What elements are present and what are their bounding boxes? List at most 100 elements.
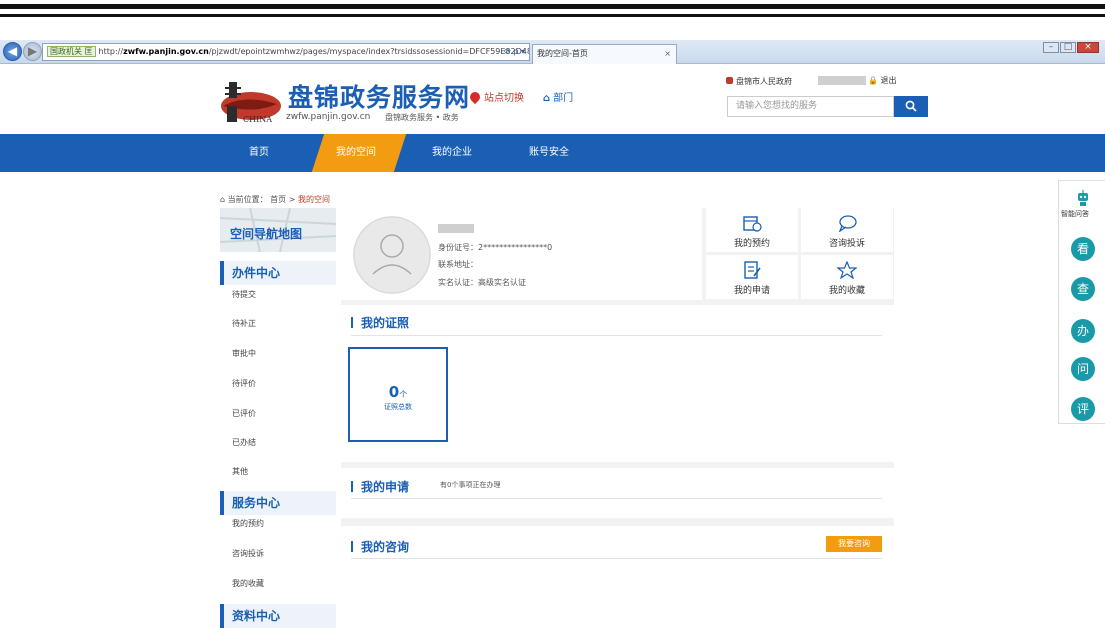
avatar (353, 216, 431, 294)
emblem-text: CHINA (243, 115, 272, 124)
consult-divider (351, 558, 882, 559)
logout-link[interactable]: 🔒 退出 (868, 75, 897, 86)
top-black-bar (0, 4, 1105, 9)
address-tools-icon[interactable]: ⟳ ρ ▾ (504, 44, 525, 60)
cert-total-card[interactable]: 0个 证照总数 (348, 347, 448, 442)
cert-total-label: 证照总数 (384, 403, 412, 411)
apply-title: 我的申请 (351, 478, 409, 495)
site-logo-emblem[interactable]: CHINA (215, 76, 283, 126)
star-icon (837, 261, 857, 279)
search-button[interactable] (894, 96, 928, 117)
sidebar-item-pending-submit[interactable]: 待提交 (232, 289, 256, 300)
certs-title: 我的证照 (351, 314, 409, 331)
browser-tab[interactable]: 我的空间-首页 × (532, 44, 677, 64)
float-query-button[interactable]: 查 (1071, 277, 1095, 301)
breadcrumb-home[interactable]: 首页 (270, 195, 286, 204)
quick-consult[interactable]: 咨询投诉 (801, 208, 893, 252)
quick-apply-label: 我的申请 (733, 286, 770, 296)
window-controls: – □ × (1042, 42, 1099, 53)
lock-icon: 🔒 (868, 76, 878, 85)
cert-count-value: 0 (388, 383, 400, 401)
map-label: 空间导航地图 (230, 227, 303, 241)
nav-home[interactable]: 首页 (249, 134, 269, 172)
calendar-icon (743, 216, 762, 232)
section-service[interactable]: 服务中心 (220, 491, 336, 515)
nav-account-security[interactable]: 账号安全 (529, 134, 569, 172)
profile-id: 身份证号：2****************0 (438, 243, 553, 252)
float-handle-button[interactable]: 办 (1071, 319, 1095, 343)
quick-appointment-label: 我的预约 (733, 239, 770, 249)
service-search-input[interactable]: 请输入您想找的服务 (727, 96, 894, 117)
float-ask-button[interactable]: 问 (1071, 357, 1095, 381)
gov-icon (726, 77, 733, 84)
breadcrumb: ⌂ 当前位置： 首页 > 我的空间 (220, 194, 330, 205)
site-subtitle: 盘锦政务服务 • 政务 (385, 113, 459, 122)
quick-appointment[interactable]: 我的预约 (706, 208, 798, 252)
sidebar-item-pending-rate[interactable]: 待评价 (232, 378, 256, 389)
nav-myspace[interactable]: 我的空间 (336, 134, 376, 172)
security-tag: 国政机关 匡 (47, 46, 96, 57)
profile-address: 联系地址： (438, 260, 478, 269)
quick-favorites[interactable]: 我的收藏 (801, 255, 893, 299)
consult-title: 我的咨询 (351, 538, 409, 555)
sidebar-item-other[interactable]: 其他 (232, 466, 248, 477)
floating-service-bar: 智能问答 看 查 办 问 评 (1058, 180, 1105, 424)
search-icon (905, 100, 917, 112)
nav-myenterprise[interactable]: 我的企业 (432, 134, 472, 172)
address-bar[interactable]: 国政机关 匡 http://zwfw.panjin.gov.cn/pjzwdt/e… (42, 43, 530, 61)
gov-site-link[interactable]: 盘锦市人民政府 (726, 76, 792, 87)
sidebar-item-approving[interactable]: 审批中 (232, 348, 256, 359)
robot-label[interactable]: 智能问答 (1061, 209, 1089, 219)
minimize-button[interactable]: – (1043, 42, 1059, 53)
sidebar-item-rated[interactable]: 已评价 (232, 408, 256, 419)
dept-label: 部门 (553, 93, 574, 104)
close-window-button[interactable]: × (1077, 42, 1099, 53)
user-name-redacted (438, 224, 474, 233)
sidebar-item-pending-fix[interactable]: 待补正 (232, 318, 256, 329)
dept-link[interactable]: ⌂ 部门 (543, 89, 573, 104)
apply-note: 有0个事项正在办理 (440, 481, 501, 489)
tab-title: 我的空间-首页 (537, 49, 588, 58)
cert-count: 0个 (350, 383, 446, 401)
float-rate-button[interactable]: 评 (1071, 397, 1095, 421)
quick-apply[interactable]: 我的申请 (706, 255, 798, 299)
section-materials[interactable]: 资料中心 (220, 604, 336, 628)
address-domain: zwfw.panjin.gov.cn (123, 47, 209, 56)
consult-button[interactable]: 我要咨询 (826, 536, 882, 552)
section-banjian[interactable]: 办件中心 (220, 261, 336, 285)
edit-doc-icon (744, 261, 761, 279)
site-header: CHINA 盘锦政务服务网 zwfw.panjin.gov.cn 盘锦政务服务 … (0, 64, 1105, 134)
site-switch-label: 站点切换 (484, 93, 524, 104)
breadcrumb-current: 我的空间 (297, 195, 330, 204)
site-title[interactable]: 盘锦政务服务网 (288, 78, 470, 114)
breadcrumb-prefix: 当前位置： (227, 195, 268, 204)
breadcrumb-sep: > (288, 195, 296, 204)
sidebar-item-appointment[interactable]: 我的预约 (232, 518, 264, 529)
maximize-button[interactable]: □ (1060, 42, 1076, 53)
top-black-bar-2 (0, 14, 1105, 17)
certs-divider (351, 335, 882, 336)
quick-favorites-label: 我的收藏 (828, 286, 865, 296)
main-nav: 首页 我的空间 我的企业 账号安全 (0, 134, 1105, 172)
browser-toolbar: ◀ ▶ 国政机关 匡 http://zwfw.panjin.gov.cn/pjzw… (0, 40, 1105, 64)
float-look-button[interactable]: 看 (1071, 237, 1095, 261)
robot-icon[interactable] (1075, 189, 1091, 207)
screen-top-bars (0, 0, 1105, 40)
profile-auth: 实名认证：高级实名认证 (438, 278, 526, 287)
sidebar-item-done[interactable]: 已办结 (232, 437, 256, 448)
gov-link-label: 盘锦市人民政府 (736, 77, 792, 86)
site-switch-link[interactable]: 站点切换 (467, 89, 524, 105)
tab-close-icon[interactable]: × (664, 45, 671, 63)
apply-divider (351, 498, 882, 499)
back-button[interactable]: ◀ (3, 42, 22, 61)
sidebar-item-favorites[interactable]: 我的收藏 (232, 578, 264, 589)
site-domain: zwfw.panjin.gov.cn (286, 112, 371, 122)
cert-count-unit: 个 (399, 390, 408, 399)
sidebar-item-consult[interactable]: 咨询投诉 (232, 548, 264, 559)
space-map-card[interactable]: 空间导航地图 (220, 208, 336, 252)
forward-button[interactable]: ▶ (23, 42, 42, 61)
building-icon: ⌂ (543, 93, 551, 104)
address-path: /pjzwdt/epointzwmhwz/pages/myspace/index… (208, 47, 529, 56)
username-redacted (818, 76, 866, 85)
chat-icon (838, 215, 857, 232)
